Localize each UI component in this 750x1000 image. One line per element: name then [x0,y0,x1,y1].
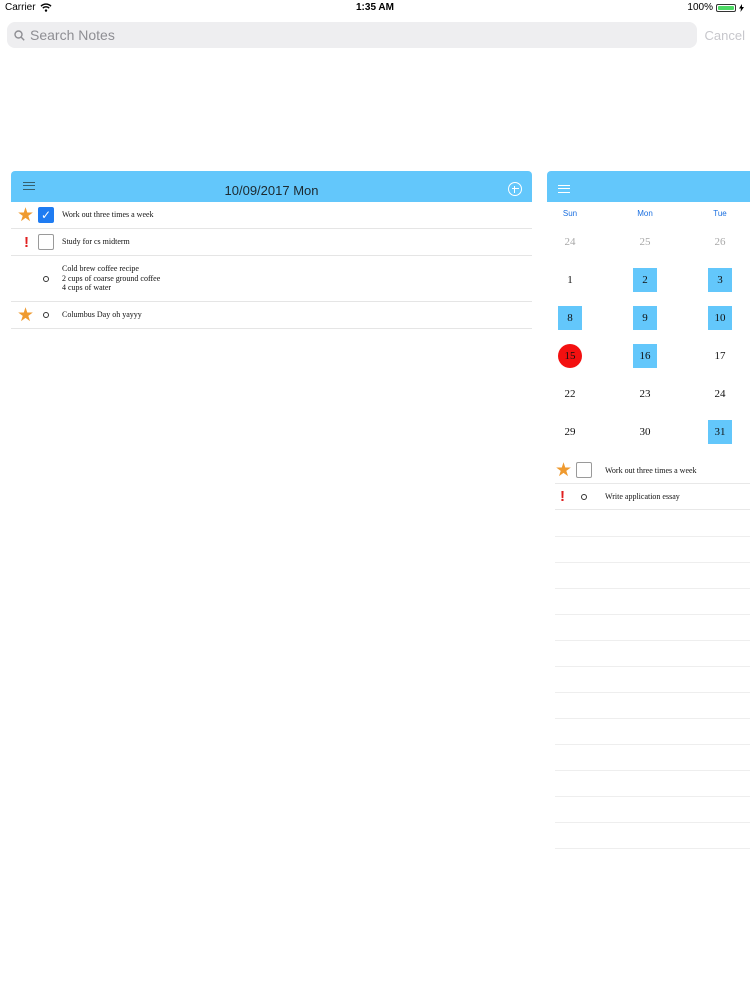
note-row[interactable]: Cold brew coffee recipe 2 cups of coarse… [11,256,532,302]
calendar-day[interactable]: 25 [633,230,657,254]
status-right: 100% [687,2,744,13]
note-text: Columbus Day oh yayyy [62,310,142,320]
status-bar: Carrier 1:35 AM 100% [0,0,750,16]
empty-row-divider [555,848,750,849]
search-input[interactable] [30,27,670,43]
bullet-icon [581,494,587,500]
calendar-note-text: Write application essay [605,492,680,501]
calendar-day[interactable]: 24 [558,230,582,254]
note-row[interactable]: ★ Columbus Day oh yayyy [11,302,532,329]
exclamation-icon: ! [24,233,29,251]
calendar-panel: Sun Mon Tue 24 25 26 1 2 3 8 9 10 15 16 17 22 23 24 29 30 31… [547,171,750,871]
star-icon: ★ [555,460,573,481]
note-row[interactable]: ★ ✓ Work out three times a week [11,202,532,229]
star-icon: ★ [17,304,35,326]
calendar-day[interactable]: 2 [633,268,657,292]
checkbox[interactable] [38,234,54,250]
weekday-label: Tue [713,209,727,218]
add-note-icon[interactable] [508,182,522,196]
calendar-note-row[interactable]: ★ Work out three times a week [555,458,750,484]
day-title: 10/09/2017 Mon [224,183,319,198]
calendar-header [547,171,750,202]
empty-row-divider [555,640,750,641]
star-icon: ★ [17,204,35,226]
calendar-day[interactable]: 30 [633,420,657,444]
cancel-button[interactable]: Cancel [705,28,745,43]
note-list: ★ ✓ Work out three times a week! Study for … [11,202,532,329]
empty-row-divider [555,614,750,615]
calendar-day[interactable]: 22 [558,382,582,406]
calendar-day[interactable]: 8 [558,306,582,330]
bullet-icon [43,312,49,318]
empty-row-divider [555,718,750,719]
empty-row-divider [555,822,750,823]
weekday-label: Mon [637,209,653,218]
status-time: 1:35 AM [356,2,394,13]
calendar-day[interactable]: 10 [708,306,732,330]
day-view-panel: 10/09/2017 Mon ★ ✓ Work out three times a … [11,171,532,329]
calendar-day[interactable]: 17 [708,344,732,368]
calendar-day[interactable]: 23 [633,382,657,406]
search-icon [14,29,25,41]
empty-row-divider [555,692,750,693]
calendar-day[interactable]: 24 [708,382,732,406]
empty-row-divider [555,666,750,667]
search-bar[interactable] [7,22,697,48]
note-text: Work out three times a week [62,210,154,220]
empty-row-divider [555,744,750,745]
calendar-day[interactable]: 1 [558,268,582,292]
battery-level [718,5,734,10]
calendar-day[interactable]: 15 [558,344,582,368]
empty-row-divider [555,588,750,589]
calendar-day[interactable]: 16 [633,344,657,368]
charging-icon [739,3,744,12]
calendar-day[interactable]: 3 [708,268,732,292]
weekday-label: Sun [562,209,578,218]
exclamation-icon: ! [560,488,565,505]
bullet-icon [43,275,49,282]
empty-row-divider [555,770,750,771]
calendar-day[interactable]: 26 [708,230,732,254]
empty-row-divider [555,796,750,797]
checkbox[interactable] [576,462,592,478]
empty-row-divider [555,562,750,563]
calendar-day[interactable]: 9 [633,306,657,330]
empty-row-divider [555,536,750,537]
calendar-day[interactable]: 31 [708,420,732,444]
note-text: Cold brew coffee recipe 2 cups of coarse… [62,264,161,293]
battery-percent: 100% [687,2,713,13]
calendar-note-text: Work out three times a week [605,466,697,475]
battery-icon [716,3,736,12]
day-view-header: 10/09/2017 Mon [11,171,532,202]
calendar-day[interactable]: 29 [558,420,582,444]
calendar-note-row[interactable]: ! Write application essay [555,484,750,510]
calendar-menu-icon[interactable] [558,185,570,193]
checkbox[interactable]: ✓ [38,207,54,223]
note-row[interactable]: ! Study for cs midterm [11,229,532,256]
note-text: Study for cs midterm [62,237,130,247]
